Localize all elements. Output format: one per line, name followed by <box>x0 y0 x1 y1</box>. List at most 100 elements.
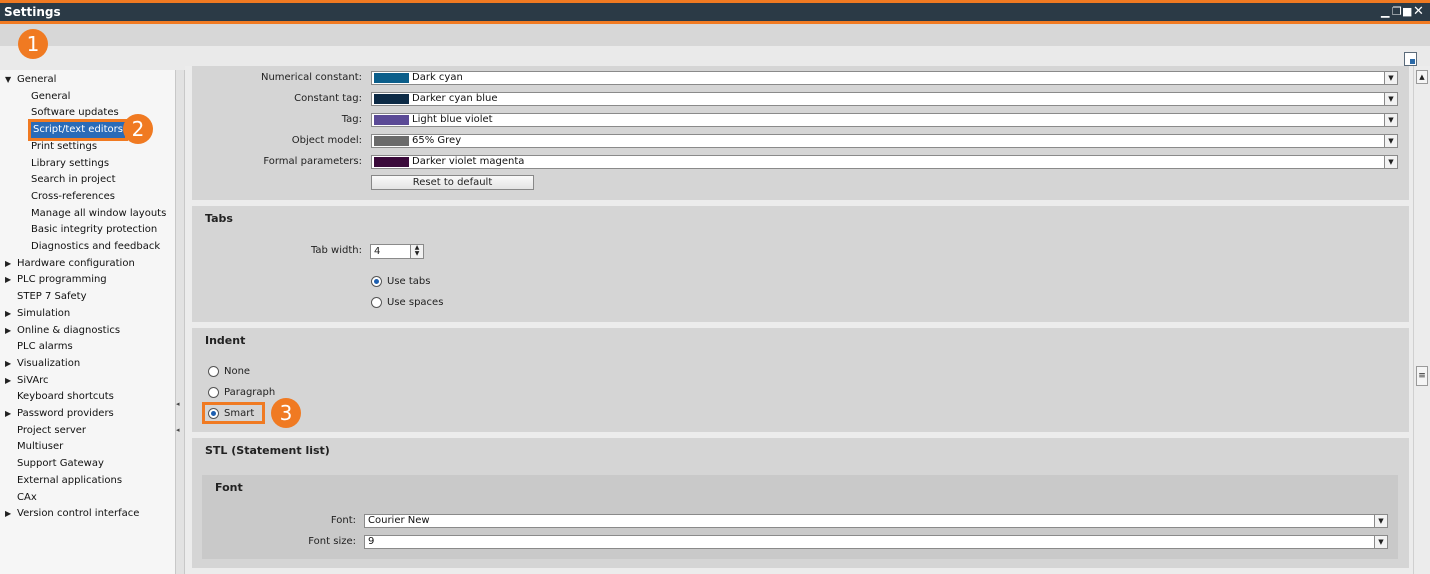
indent-panel: Indent None Paragraph Smart 3 <box>192 328 1409 432</box>
window-title: Settings <box>4 5 61 19</box>
sidebar-item[interactable]: Manage all window layouts <box>31 206 166 222</box>
collapse-left-icon[interactable]: ◂ <box>176 400 182 410</box>
collapsed-caret-icon[interactable]: ▶ <box>5 306 13 322</box>
color-row-label: Tag: <box>341 114 362 125</box>
sidebar-item[interactable]: Version control interface <box>17 506 139 522</box>
tab-width-value: 4 <box>374 246 381 257</box>
color-swatch <box>374 136 409 146</box>
tabs-panel: Tabs Tab width: 4 ▲ ▼ Use tabs Use spaces <box>192 206 1409 322</box>
sidebar-item[interactable]: Diagnostics and feedback <box>31 239 160 255</box>
sidebar-item[interactable]: Script/text editors <box>28 119 128 142</box>
indent-paragraph-label: Paragraph <box>224 387 276 398</box>
sidebar-item[interactable]: Software updates <box>31 105 119 121</box>
stepper-arrows-icon[interactable]: ▲ ▼ <box>410 245 423 258</box>
color-select[interactable]: Darker cyan blue ▼ <box>371 92 1398 106</box>
font-select[interactable]: Courier New ▼ <box>364 514 1388 528</box>
color-swatch <box>374 115 409 125</box>
color-select[interactable]: Light blue violet ▼ <box>371 113 1398 127</box>
sidebar-item[interactable]: General <box>31 89 70 105</box>
sidebar-item[interactable]: Hardware configuration <box>17 256 135 272</box>
color-value: Dark cyan <box>412 72 463 83</box>
chevron-down-icon[interactable]: ▼ <box>1384 114 1397 126</box>
close-icon[interactable]: ✕ <box>1413 4 1424 20</box>
sidebar-item[interactable]: PLC programming <box>17 272 107 288</box>
collapsed-caret-icon[interactable]: ▶ <box>5 406 13 422</box>
color-row-label: Constant tag: <box>294 93 362 104</box>
chevron-down-icon[interactable]: ▼ <box>1384 135 1397 147</box>
color-row-label: Formal parameters: <box>263 156 362 167</box>
font-size-select[interactable]: 9 ▼ <box>364 535 1388 549</box>
sidebar-item[interactable]: CAx <box>17 490 37 506</box>
color-select[interactable]: Darker violet magenta ▼ <box>371 155 1398 169</box>
chevron-down-icon[interactable]: ▼ <box>1374 515 1387 527</box>
font-heading: Font <box>215 481 243 494</box>
stl-heading: STL (Statement list) <box>205 444 330 457</box>
color-swatch <box>374 73 409 83</box>
color-select[interactable]: Dark cyan ▼ <box>371 71 1398 85</box>
chevron-down-icon[interactable]: ▼ <box>1384 156 1397 168</box>
sidebar-item[interactable]: STEP 7 Safety <box>17 289 87 305</box>
expanded-caret-icon[interactable]: ▼ <box>5 72 13 88</box>
color-value: Darker violet magenta <box>412 156 525 167</box>
color-select[interactable]: 65% Grey ▼ <box>371 134 1398 148</box>
sidebar-item[interactable]: Project server <box>17 423 86 439</box>
radio-unselected-icon <box>208 387 219 398</box>
title-bar: Settings ▁ ❐ ■ ✕ <box>0 0 1430 24</box>
font-label: Font: <box>330 515 356 526</box>
sidebar-item[interactable]: PLC alarms <box>17 339 73 355</box>
sidebar-item[interactable]: Multiuser <box>17 439 63 455</box>
sidebar-item[interactable]: Search in project <box>31 172 116 188</box>
chevron-down-icon[interactable]: ▼ <box>1384 72 1397 84</box>
collapsed-caret-icon[interactable]: ▶ <box>5 373 13 389</box>
collapsed-caret-icon[interactable]: ▶ <box>5 256 13 272</box>
sidebar-item[interactable]: Keyboard shortcuts <box>17 389 114 405</box>
sidebar-item[interactable]: General <box>17 72 56 88</box>
splitter[interactable]: ◂ ◂ <box>176 70 185 574</box>
collapsed-caret-icon[interactable]: ▶ <box>5 506 13 522</box>
reset-to-default-button[interactable]: Reset to default <box>371 175 534 190</box>
colors-panel: Reset to default Numerical constant: Dark… <box>192 66 1409 200</box>
sidebar-item[interactable]: Visualization <box>17 356 80 372</box>
sidebar-item[interactable]: Cross-references <box>31 189 115 205</box>
layout-settings-icon[interactable] <box>1404 52 1417 66</box>
tab-width-label: Tab width: <box>310 245 362 256</box>
stl-panel: STL (Statement list) Font Font: Courier … <box>192 438 1409 568</box>
sidebar-item[interactable]: Basic integrity protection <box>31 222 157 238</box>
collapsed-caret-icon[interactable]: ▶ <box>5 356 13 372</box>
radio-selected-icon <box>371 276 382 287</box>
restore-icon[interactable]: ❐ <box>1392 4 1402 20</box>
color-swatch <box>374 157 409 167</box>
sidebar-item[interactable]: External applications <box>17 473 122 489</box>
collapsed-caret-icon[interactable]: ▶ <box>5 323 13 339</box>
tab-width-stepper[interactable]: 4 ▲ ▼ <box>370 244 424 259</box>
color-value: Darker cyan blue <box>412 93 498 104</box>
sidebar-item[interactable]: Online & diagnostics <box>17 323 120 339</box>
chevron-down-icon[interactable]: ▼ <box>1374 536 1387 548</box>
scroll-thumb[interactable]: ≡ <box>1416 366 1428 386</box>
sidebar-item[interactable]: Print settings <box>31 139 97 155</box>
scroll-up-icon[interactable]: ▲ <box>1416 70 1428 84</box>
smart-highlight-box <box>202 402 265 424</box>
color-row-label: Object model: <box>291 135 362 146</box>
collapse-right-icon[interactable]: ◂ <box>176 426 182 436</box>
tabs-heading: Tabs <box>205 212 233 225</box>
minimize-icon[interactable]: ▁ <box>1381 4 1389 20</box>
vertical-scrollbar[interactable]: ▲ ≡ <box>1413 66 1430 574</box>
font-size-label: Font size: <box>308 536 356 547</box>
sidebar-item[interactable]: Simulation <box>17 306 70 322</box>
radio-unselected-icon <box>371 297 382 308</box>
indent-heading: Indent <box>205 334 246 347</box>
maximize-icon[interactable]: ■ <box>1402 4 1412 20</box>
settings-tree: ▼ General General Software updates Script/te… <box>0 70 176 574</box>
collapsed-caret-icon[interactable]: ▶ <box>5 272 13 288</box>
color-value: 65% Grey <box>412 135 462 146</box>
font-size-value: 9 <box>368 536 375 547</box>
sidebar-item[interactable]: Support Gateway <box>17 456 104 472</box>
sidebar-item[interactable]: Password providers <box>17 406 114 422</box>
chevron-down-icon[interactable]: ▼ <box>1384 93 1397 105</box>
annotation-badge-2: 2 <box>123 114 153 144</box>
annotation-badge-3: 3 <box>271 398 301 428</box>
use-tabs-label: Use tabs <box>387 276 431 287</box>
sidebar-item[interactable]: SiVArc <box>17 373 49 389</box>
sidebar-item[interactable]: Library settings <box>31 156 109 172</box>
